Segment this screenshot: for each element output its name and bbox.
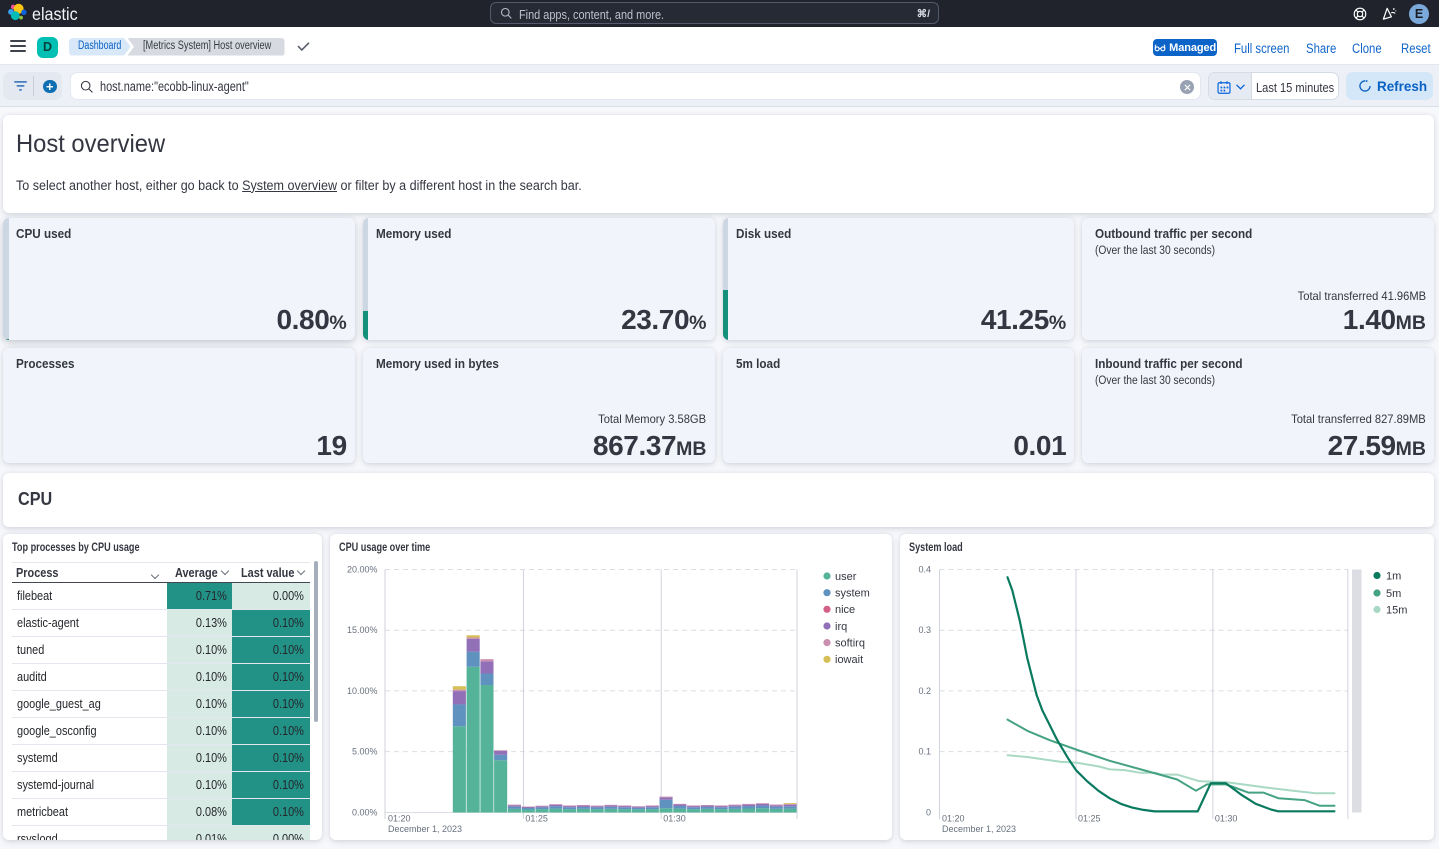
svg-text:01:20: 01:20: [942, 813, 965, 823]
svg-text:iowait: iowait: [835, 654, 863, 666]
svg-text:0.3: 0.3: [918, 625, 931, 635]
svg-text:1m: 1m: [1386, 570, 1401, 582]
svg-text:01:25: 01:25: [525, 813, 548, 823]
svg-text:15.00%: 15.00%: [347, 625, 378, 635]
svg-text:0.1: 0.1: [918, 746, 931, 756]
svg-text:user: user: [835, 570, 857, 582]
svg-text:10.00%: 10.00%: [347, 685, 378, 695]
svg-text:01:30: 01:30: [1215, 813, 1238, 823]
svg-text:0.4: 0.4: [918, 564, 931, 574]
svg-text:01:25: 01:25: [1078, 813, 1101, 823]
svg-text:December 1, 2023: December 1, 2023: [942, 824, 1016, 834]
svg-text:irq: irq: [835, 620, 847, 632]
svg-text:20.00%: 20.00%: [347, 564, 378, 574]
svg-text:5.00%: 5.00%: [352, 746, 378, 756]
svg-text:01:20: 01:20: [388, 813, 411, 823]
svg-text:nice: nice: [835, 604, 855, 616]
svg-text:0: 0: [926, 807, 931, 817]
svg-text:15m: 15m: [1386, 604, 1407, 616]
svg-text:December 1, 2023: December 1, 2023: [388, 824, 462, 834]
svg-text:0.2: 0.2: [918, 685, 931, 695]
svg-text:5m: 5m: [1386, 587, 1401, 599]
svg-text:0.00%: 0.00%: [352, 807, 378, 817]
svg-text:system: system: [835, 587, 870, 599]
svg-text:softirq: softirq: [835, 637, 865, 649]
svg-text:01:30: 01:30: [663, 813, 686, 823]
